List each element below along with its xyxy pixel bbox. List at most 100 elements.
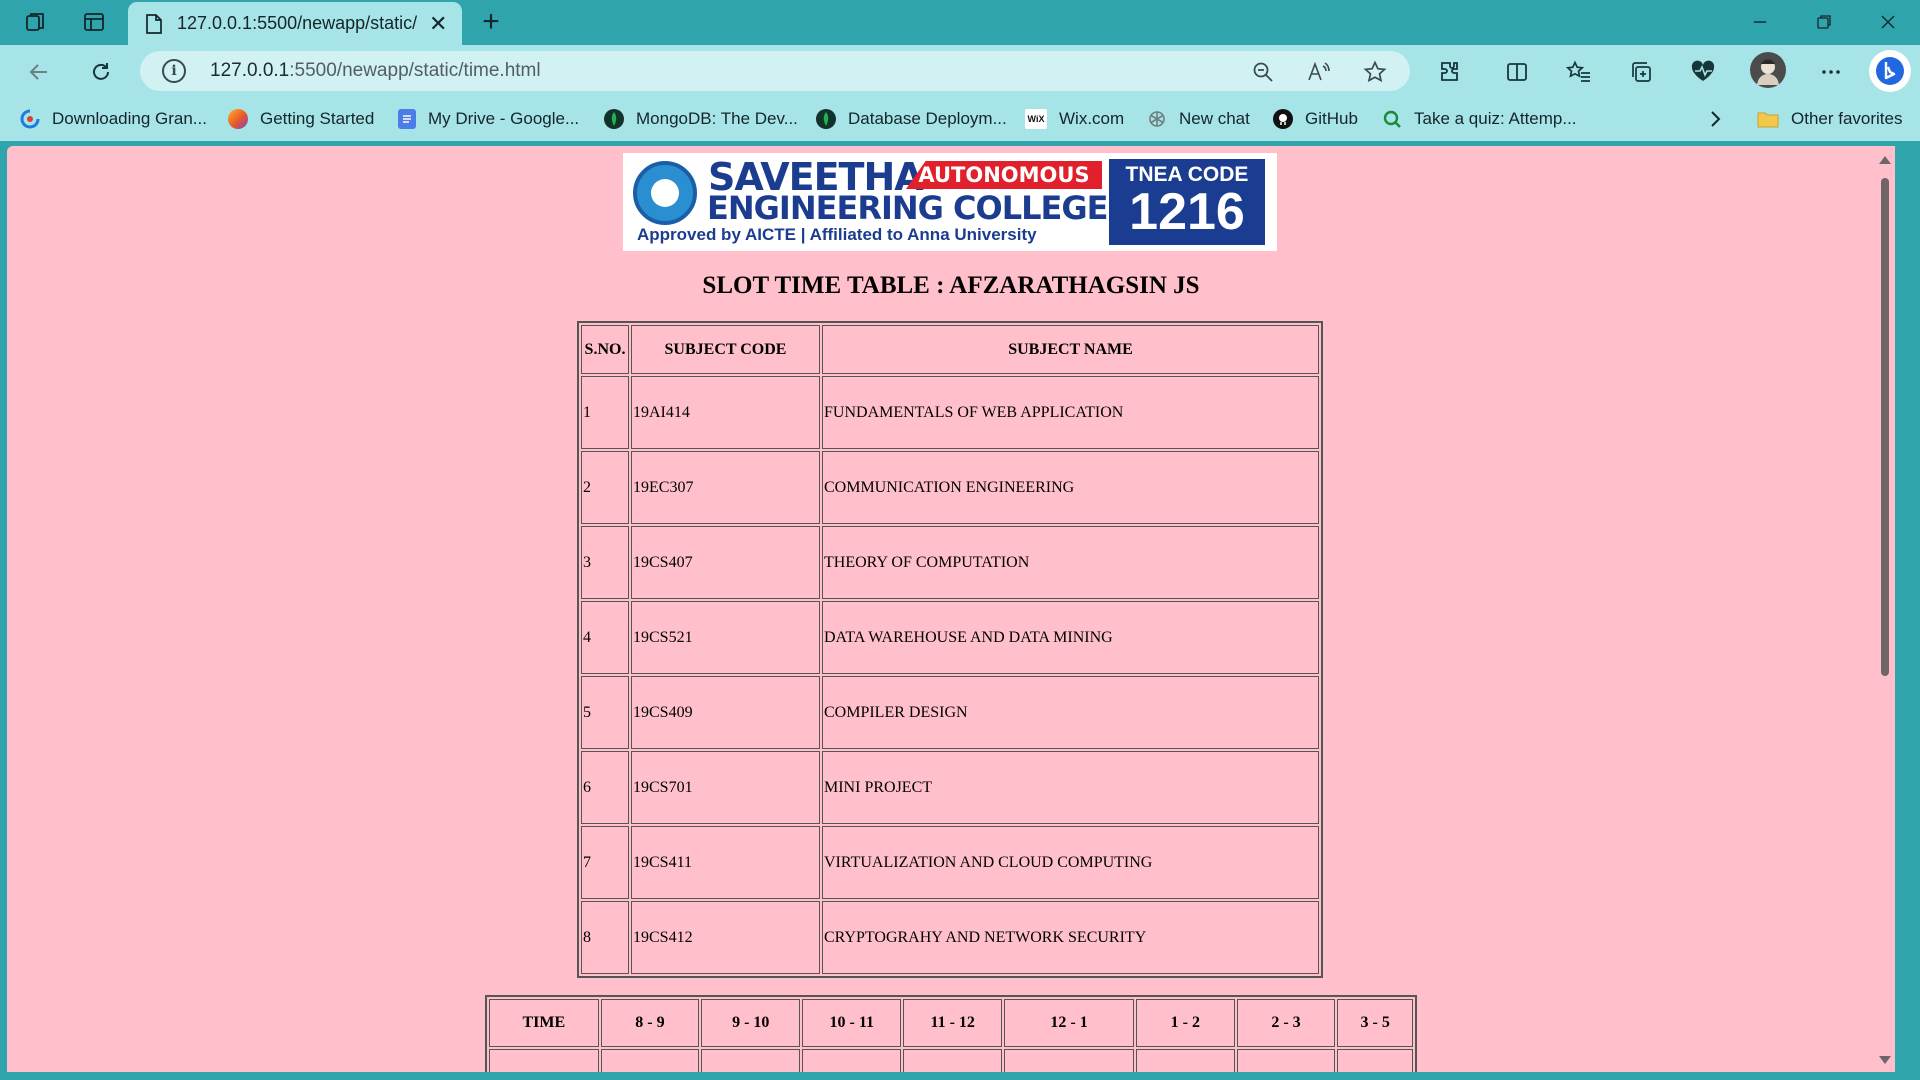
subjects-table: S.NO. SUBJECT CODE SUBJECT NAME 1 19AI414… bbox=[577, 321, 1323, 978]
timetable-cell bbox=[1004, 1049, 1134, 1072]
college-seal-icon bbox=[633, 161, 697, 225]
logo-line-2: ENGINEERING COLLEGE bbox=[707, 189, 1108, 227]
cell-subject-name: MINI PROJECT bbox=[822, 751, 1319, 824]
restore-icon[interactable] bbox=[1804, 6, 1844, 38]
favorites-list-icon[interactable] bbox=[1563, 56, 1595, 88]
document-icon bbox=[143, 12, 165, 36]
column-header-subject-code: SUBJECT CODE bbox=[631, 325, 820, 374]
address-bar[interactable]: i 127.0.0.1:5500/newapp/static/time.html bbox=[140, 51, 1410, 91]
timetable-cell bbox=[1337, 1049, 1413, 1072]
column-header-time-slot: 8 - 9 bbox=[600, 999, 700, 1047]
mongodb-leaf-icon bbox=[816, 109, 836, 129]
window-bottom-edge bbox=[0, 1074, 1920, 1080]
favorite-item[interactable]: GitHub bbox=[1273, 107, 1358, 131]
openai-icon bbox=[1147, 109, 1167, 129]
cell-sno: 2 bbox=[581, 451, 629, 524]
favorite-item[interactable]: Downloading Gran... bbox=[20, 107, 207, 131]
table-row: 2 19EC307 COMMUNICATION ENGINEERING bbox=[581, 451, 1319, 524]
cell-sno: 3 bbox=[581, 526, 629, 599]
favorites-overflow-chevron-icon[interactable] bbox=[1708, 107, 1722, 131]
github-icon bbox=[1273, 109, 1293, 129]
page-title: SLOT TIME TABLE : AFZARATHAGSIN JS bbox=[702, 272, 1200, 299]
scroll-up-arrow-icon[interactable] bbox=[1879, 156, 1891, 164]
favorite-item[interactable]: Database Deploym... bbox=[816, 107, 1007, 131]
cell-sno: 1 bbox=[581, 376, 629, 449]
page-viewport[interactable]: SAVEETHA AUTONOMOUS ENGINEERING COLLEGE … bbox=[7, 146, 1895, 1072]
cell-subject-name: DATA WAREHOUSE AND DATA MINING bbox=[822, 601, 1319, 674]
favorite-label: Downloading Gran... bbox=[52, 109, 207, 128]
extensions-icon[interactable] bbox=[1434, 56, 1466, 88]
cell-subject-code: 19CS407 bbox=[631, 526, 820, 599]
browser-essentials-icon[interactable] bbox=[1687, 56, 1719, 88]
bing-copilot-icon[interactable] bbox=[1869, 50, 1911, 92]
site-info-icon[interactable]: i bbox=[162, 59, 186, 83]
tab-title: 127.0.0.1:5500/newapp/static/time.html bbox=[177, 13, 417, 33]
close-window-icon[interactable] bbox=[1868, 6, 1908, 38]
scrollbar-thumb[interactable] bbox=[1881, 178, 1889, 676]
timetable-cell bbox=[701, 1049, 801, 1072]
minimize-icon[interactable] bbox=[1740, 6, 1780, 38]
favorite-star-icon[interactable] bbox=[1362, 59, 1388, 85]
column-header-time-slot: 11 - 12 bbox=[903, 999, 1003, 1047]
read-aloud-icon[interactable] bbox=[1306, 59, 1332, 85]
url-text[interactable]: 127.0.0.1:5500/newapp/static/time.html bbox=[210, 60, 541, 82]
close-tab-icon[interactable]: ✕ bbox=[429, 12, 447, 35]
cell-subject-code: 19CS701 bbox=[631, 751, 820, 824]
title-bar: 127.0.0.1:5500/newapp/static/time.html ✕… bbox=[0, 0, 1920, 45]
tab-active[interactable]: 127.0.0.1:5500/newapp/static/time.html ✕ bbox=[128, 2, 462, 45]
cell-subject-code: 19CS412 bbox=[631, 901, 820, 974]
cell-subject-name: COMPILER DESIGN bbox=[822, 676, 1319, 749]
column-header-time-slot: 2 - 3 bbox=[1236, 999, 1336, 1047]
favorite-label: Take a quiz: Attemp... bbox=[1414, 109, 1577, 128]
cell-subject-code: 19CS409 bbox=[631, 676, 820, 749]
column-header-sno: S.NO. bbox=[581, 325, 629, 374]
table-header-row: S.NO. SUBJECT CODE SUBJECT NAME bbox=[581, 325, 1319, 374]
scroll-down-arrow-icon[interactable] bbox=[1879, 1056, 1891, 1064]
cell-sno: 7 bbox=[581, 826, 629, 899]
cell-subject-code: 19AI414 bbox=[631, 376, 820, 449]
column-header-time-slot: 3 - 5 bbox=[1337, 999, 1413, 1047]
cell-sno: 6 bbox=[581, 751, 629, 824]
timetable-cell bbox=[600, 1049, 700, 1072]
favorite-item[interactable]: My Drive - Google... bbox=[398, 107, 579, 131]
column-header-time-slot: 10 - 11 bbox=[802, 999, 902, 1047]
favorite-item[interactable]: New chat bbox=[1147, 107, 1250, 131]
more-options-icon[interactable] bbox=[1815, 56, 1847, 88]
table-row: 3 19CS407 THEORY OF COMPUTATION bbox=[581, 526, 1319, 599]
logo-subtitle: Approved by AICTE | Affiliated to Anna U… bbox=[637, 225, 1037, 244]
favorite-item[interactable]: Take a quiz: Attemp... bbox=[1382, 107, 1577, 131]
vertical-scrollbar[interactable] bbox=[1875, 146, 1895, 1072]
new-tab-button[interactable]: + bbox=[474, 6, 508, 40]
favorite-label: GitHub bbox=[1305, 109, 1358, 128]
refresh-icon[interactable] bbox=[85, 56, 117, 88]
zoom-out-icon[interactable] bbox=[1250, 59, 1276, 85]
back-arrow-icon[interactable] bbox=[23, 56, 55, 88]
timetable-cell bbox=[802, 1049, 902, 1072]
timetable-cell bbox=[1135, 1049, 1235, 1072]
profile-avatar[interactable] bbox=[1750, 52, 1786, 88]
cell-sno: 4 bbox=[581, 601, 629, 674]
split-screen-icon[interactable] bbox=[1501, 56, 1533, 88]
google-docs-icon bbox=[398, 109, 416, 129]
table-row: 7 19CS411 VIRTUALIZATION AND CLOUD COMPUTI… bbox=[581, 826, 1319, 899]
table-header-row: TIME 8 - 99 - 10 10 - 11 11 - 12 12 - 11 - 2… bbox=[489, 999, 1413, 1047]
favorite-item[interactable]: Getting Started bbox=[228, 107, 374, 131]
tab-actions-icon[interactable] bbox=[80, 8, 108, 36]
subjects-table-body: 1 19AI414 FUNDAMENTALS OF WEB APPLICATION 2… bbox=[581, 376, 1319, 974]
timetable-cell bbox=[903, 1049, 1003, 1072]
other-favorites-folder[interactable]: Other favorites bbox=[1757, 107, 1903, 131]
cell-subject-name: FUNDAMENTALS OF WEB APPLICATION bbox=[822, 376, 1319, 449]
favorite-item[interactable]: WiX Wix.com bbox=[1025, 107, 1124, 131]
favorite-item[interactable]: MongoDB: The Dev... bbox=[604, 107, 798, 131]
tnea-code-badge: TNEA CODE 1216 bbox=[1109, 159, 1265, 245]
cell-subject-name: CRYPTOGRAHY AND NETWORK SECURITY bbox=[822, 901, 1319, 974]
collections-icon[interactable] bbox=[1625, 56, 1657, 88]
workspaces-icon[interactable] bbox=[22, 8, 50, 36]
cell-subject-name: THEORY OF COMPUTATION bbox=[822, 526, 1319, 599]
table-row: 4 19CS521 DATA WAREHOUSE AND DATA MINING bbox=[581, 601, 1319, 674]
table-row: 6 19CS701 MINI PROJECT bbox=[581, 751, 1319, 824]
favorite-label: Getting Started bbox=[260, 109, 375, 128]
column-header-time-slot: TIME bbox=[489, 999, 599, 1047]
column-header-time-slot: 9 - 10 bbox=[701, 999, 801, 1047]
table-row: 1 19AI414 FUNDAMENTALS OF WEB APPLICATION bbox=[581, 376, 1319, 449]
